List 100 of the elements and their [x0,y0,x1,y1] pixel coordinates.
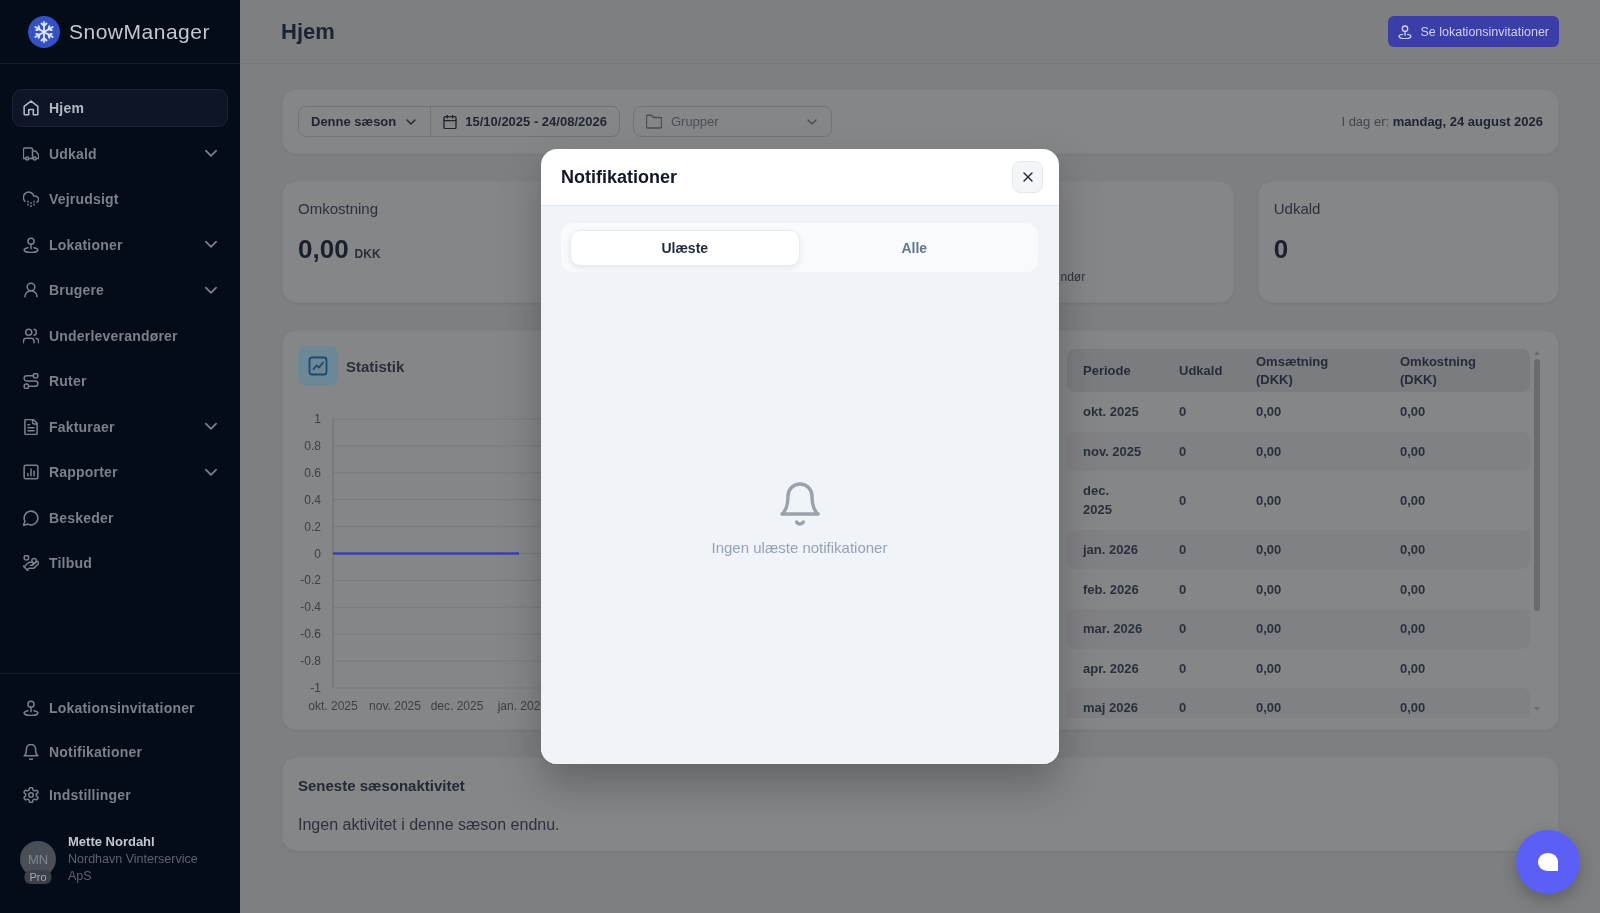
location-pin-icon [23,700,39,717]
location-pin-icon [1398,24,1413,39]
y-axis-label: -0.2 [300,573,321,588]
y-axis-label: 0.2 [304,519,321,534]
stat-value: 0 [1273,234,1289,264]
x-axis-label: nov. 2025 [369,699,421,713]
table-cell-text: 0,00 [1255,580,1282,599]
users-icon [23,327,39,344]
y-axis-label: -0.6 [300,627,321,642]
close-button[interactable] [1012,161,1043,193]
table-cell-text: 0,00 [1255,620,1282,639]
sidebar-item[interactable]: Rapporter [12,453,228,491]
table-cell-text: 0 [1178,659,1187,678]
table-cell-text: 0 [1178,403,1187,422]
column-header: Periode [1082,361,1131,380]
tab[interactable]: Alle [799,230,1029,266]
home-icon [23,100,39,116]
table-cell-text: 0 [1178,492,1187,510]
table-cell-text: 0,00 [1399,699,1426,718]
today-date-text: I dag er: mandag, 24 august 2026 [1341,114,1543,129]
column-header: Udkald [1178,361,1223,380]
table-cell-text: 0 [1178,620,1187,639]
location-pin-icon [23,236,39,253]
sidebar-item[interactable]: Ruter [12,362,228,400]
sidebar-item[interactable]: Notifikationer [12,732,228,771]
x-axis-label: okt. 2025 [308,699,358,713]
y-axis-label: -0.4 [300,600,321,615]
bell-icon [23,743,39,760]
calendar-icon [443,114,458,129]
user-name: Mette Nordahl [68,833,156,849]
stat-subtitle: ndør [1060,270,1086,284]
y-axis-label: 0.6 [304,465,321,480]
table-cell-text: dec. 2025 [1082,482,1112,520]
hand-coins-icon [23,555,39,571]
document-icon [23,418,39,435]
sidebar-item[interactable]: Lokationer [12,225,228,264]
tab[interactable]: Ulæste [570,230,800,266]
empty-state-text: Ingen aktivitet i denne sæson endnu. [298,815,561,835]
stat-title: Omkostning [298,199,379,219]
sidebar-item[interactable]: Beskeder [12,498,228,537]
folder-icon [645,113,662,130]
settings-icon [23,787,39,804]
table-cell-text: 0,00 [1255,659,1282,678]
location-invitations-button[interactable]: Se lokationsinvitationer [1388,16,1559,47]
x-axis-label: jan. 202 [497,699,541,713]
season-dropdown[interactable]: Denne sæson [299,107,431,136]
table-cell-text: feb. 2026 [1082,580,1139,599]
chat-bubble-icon [23,509,39,526]
table-cell-text: 0 [1178,699,1187,718]
dialog-title: Notifikationer [561,166,677,188]
column-header: Omsætning (DKK) [1255,352,1329,389]
x-axis-label: dec. 2025 [430,699,484,713]
sidebar-item[interactable]: Tilbud [12,544,228,582]
sidebar-item[interactable]: Udkald [12,134,228,173]
table-cell-text: okt. 2025 [1082,403,1139,422]
y-axis-label: -1 [310,681,321,695]
date-range-button[interactable]: 15/10/2025 - 24/08/2026 [430,107,619,136]
sidebar-item[interactable]: Fakturaer [12,407,228,446]
table-cell-text: 0,00 [1399,492,1426,510]
sidebar-item[interactable]: Indstillinger [12,776,228,815]
plan-badge: Pro [24,870,52,884]
table-cell-text: 0,00 [1399,580,1426,599]
sidebar-item[interactable]: Hjem [12,89,228,127]
y-axis-label: 0 [314,546,321,561]
stat-title: Udkald [1273,199,1321,219]
table-cell-text: 0,00 [1399,659,1426,678]
sidebar-item[interactable]: Lokationsinvitationer [12,689,228,728]
table-cell-text: 0 [1178,541,1187,560]
table-cell-text: nov. 2025 [1082,442,1142,461]
cloud-rain-icon [23,191,39,207]
table-cell-text: apr. 2026 [1082,659,1139,678]
sidebar-item[interactable]: Brugere [12,271,228,309]
route-icon [23,373,39,389]
table-cell-text: 0 [1178,580,1187,599]
y-axis-label: 0.8 [304,438,321,453]
table-cell-text: 0,00 [1255,403,1282,422]
y-axis-label: 0.4 [304,492,321,507]
table-cell-text: 0,00 [1255,541,1282,560]
table-cell-text: 0 [1178,442,1187,461]
table-cell-text: 0,00 [1399,403,1426,422]
table-cell-text: maj 2026 [1082,699,1138,718]
y-axis-label: -0.8 [300,654,321,669]
column-header: Omkostning (DKK) [1399,352,1476,389]
company-name: Nordhavn Vinterservice ApS [68,850,199,885]
table-cell-text: mar. 2026 [1082,620,1143,639]
table-cell-text: 0,00 [1255,442,1282,461]
table-cell-text: 0,00 [1399,620,1426,639]
table-cell-text: 0,00 [1399,442,1426,461]
sidebar-item[interactable]: Underleverandører [12,316,228,355]
bar-chart-icon [23,464,39,480]
user-icon [23,282,39,298]
app-name: SnowManager [69,19,210,44]
chart-title: Statistik [346,357,405,375]
snowflake-logo-icon [28,15,60,48]
chat-bubble-icon [1537,852,1559,872]
sidebar-item[interactable]: Vejrudsigt [12,180,228,218]
section-title: Seneste sæsonaktivitet [298,777,466,795]
page-title: Hjem [281,18,335,45]
truck-icon [23,145,39,162]
bell-icon [778,480,821,527]
